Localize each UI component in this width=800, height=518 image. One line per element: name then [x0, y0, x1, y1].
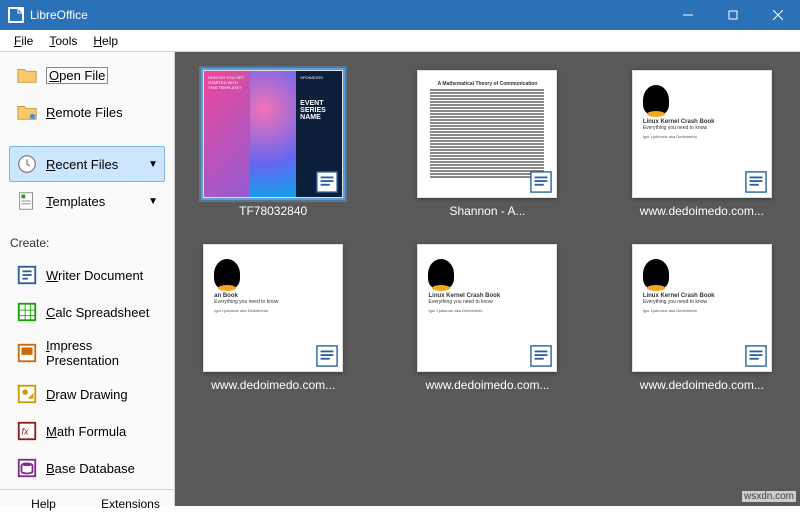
- document-thumbnail[interactable]: Linux Kernel Crash BookEverything you ne…: [632, 244, 772, 372]
- sidebar-item-label: Remote Files: [46, 105, 123, 120]
- maximize-button[interactable]: [710, 0, 755, 30]
- sidebar-templates[interactable]: Templates ▼: [9, 183, 165, 219]
- close-button[interactable]: [755, 0, 800, 30]
- recent-files-gallery[interactable]: HOW DO YOU GET STARTED WITH THIS TEMPLAT…: [175, 52, 800, 506]
- create-math[interactable]: fx Math Formula: [9, 413, 165, 449]
- sidebar-item-label: Impress Presentation: [46, 338, 158, 368]
- document-caption: TF78032840: [239, 204, 307, 218]
- titlebar: LibreOffice: [0, 0, 800, 30]
- document-caption: www.dedoimedo.com...: [640, 378, 764, 392]
- sidebar-remote-files[interactable]: Remote Files: [9, 94, 165, 130]
- svg-text:fx: fx: [22, 427, 30, 437]
- document-thumbnail[interactable]: Linux Kernel Crash BookEverything you ne…: [417, 244, 557, 372]
- sidebar-recent-files[interactable]: Recent Files ▼: [9, 146, 165, 182]
- sidebar-item-label: Recent Files: [46, 157, 118, 172]
- recent-file-item[interactable]: HOW DO YOU GET STARTED WITH THIS TEMPLAT…: [189, 70, 357, 218]
- writer-doc-icon: [316, 171, 338, 193]
- help-button[interactable]: Help: [0, 490, 87, 518]
- clock-icon: [16, 153, 38, 175]
- sidebar-item-label: Open File: [46, 67, 108, 84]
- document-caption: Shannon - A...: [449, 204, 525, 218]
- recent-file-item[interactable]: Linux Kernel Crash BookEverything you ne…: [618, 244, 786, 392]
- create-calc[interactable]: Calc Spreadsheet: [9, 294, 165, 330]
- document-thumbnail[interactable]: an BookEverything you need to knowIgor L…: [203, 244, 343, 372]
- extensions-button[interactable]: Extensions: [87, 490, 174, 518]
- sidebar-item-label: Calc Spreadsheet: [46, 305, 149, 320]
- impress-icon: [16, 342, 38, 364]
- document-thumbnail[interactable]: Linux Kernel Crash BookEverything you ne…: [632, 70, 772, 198]
- sidebar-item-label: Writer Document: [46, 268, 143, 283]
- writer-doc-icon: [745, 345, 767, 367]
- create-writer[interactable]: Writer Document: [9, 257, 165, 293]
- draw-icon: [16, 383, 38, 405]
- sidebar: Open File Remote Files Recent Files ▼ Te…: [0, 52, 175, 506]
- recent-file-item[interactable]: an BookEverything you need to knowIgor L…: [189, 244, 357, 392]
- minimize-button[interactable]: [665, 0, 710, 30]
- chevron-down-icon: ▼: [148, 159, 158, 170]
- sidebar-open-file[interactable]: Open File: [9, 57, 165, 93]
- create-header: Create:: [0, 230, 174, 252]
- folder-open-icon: [16, 64, 38, 86]
- document-caption: www.dedoimedo.com...: [425, 378, 549, 392]
- writer-icon: [16, 264, 38, 286]
- recent-file-item[interactable]: Linux Kernel Crash BookEverything you ne…: [618, 70, 786, 218]
- templates-icon: [16, 190, 38, 212]
- create-section: Writer Document Calc Spreadsheet Impress…: [0, 252, 174, 489]
- writer-doc-icon: [530, 345, 552, 367]
- writer-doc-icon: [745, 171, 767, 193]
- chevron-down-icon: ▼: [148, 196, 158, 207]
- sidebar-item-label: Math Formula: [46, 424, 126, 439]
- recent-file-item[interactable]: A Mathematical Theory of Communication Sh…: [403, 70, 571, 218]
- document-caption: www.dedoimedo.com...: [640, 204, 764, 218]
- sidebar-item-label: Draw Drawing: [46, 387, 128, 402]
- create-base[interactable]: Base Database: [9, 450, 165, 486]
- math-icon: fx: [16, 420, 38, 442]
- watermark: wsxdn.com: [742, 491, 796, 502]
- base-icon: [16, 457, 38, 479]
- menu-tools[interactable]: Tools: [41, 32, 85, 50]
- window-title: LibreOffice: [30, 8, 665, 22]
- document-thumbnail[interactable]: A Mathematical Theory of Communication: [417, 70, 557, 198]
- sidebar-item-label: Templates: [46, 194, 105, 209]
- document-caption: www.dedoimedo.com...: [211, 378, 335, 392]
- menu-help[interactable]: Help: [85, 32, 126, 50]
- calc-icon: [16, 301, 38, 323]
- recent-file-item[interactable]: Linux Kernel Crash BookEverything you ne…: [403, 244, 571, 392]
- sidebar-bottom: Help Extensions: [0, 489, 174, 518]
- create-draw[interactable]: Draw Drawing: [9, 376, 165, 412]
- writer-doc-icon: [316, 345, 338, 367]
- folder-remote-icon: [16, 101, 38, 123]
- writer-doc-icon: [530, 171, 552, 193]
- app-icon: [8, 7, 24, 23]
- create-impress[interactable]: Impress Presentation: [9, 331, 165, 375]
- document-thumbnail[interactable]: HOW DO YOU GET STARTED WITH THIS TEMPLAT…: [203, 70, 343, 198]
- menubar: File Tools Help: [0, 30, 800, 52]
- menu-file[interactable]: File: [6, 32, 41, 50]
- sidebar-item-label: Base Database: [46, 461, 135, 476]
